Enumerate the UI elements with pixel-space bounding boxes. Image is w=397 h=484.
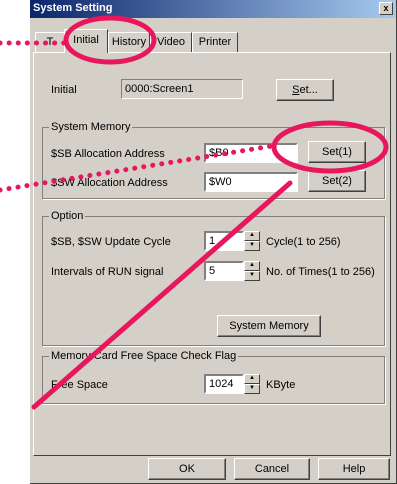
free-space-spinner[interactable]: ▲ ▼ [244, 374, 260, 394]
initial-label: Initial [51, 84, 77, 96]
help-button[interactable]: Help [318, 458, 390, 480]
sb-allocation-input[interactable]: $B0 [204, 143, 298, 163]
system-memory-button[interactable]: System Memory [217, 315, 321, 337]
system-memory-group-label: System Memory [49, 121, 133, 133]
ok-button[interactable]: OK [148, 458, 226, 480]
option-group-label: Option [49, 210, 86, 222]
tab-history[interactable]: History [108, 32, 150, 52]
spin-up-icon[interactable]: ▲ [244, 374, 260, 384]
free-space-unit: KByte [266, 379, 296, 391]
tab-initial[interactable]: Initial [64, 29, 108, 53]
spin-up-icon[interactable]: ▲ [244, 231, 260, 241]
tab-panel: Initial 0000:Screen1 Set... System Memor… [33, 52, 391, 456]
set1-button[interactable]: Set(1) [308, 141, 366, 163]
tab-gp[interactable]: T [35, 32, 65, 52]
update-cycle-input[interactable]: 1 [204, 231, 244, 251]
update-cycle-spinner[interactable]: ▲ ▼ [244, 231, 260, 251]
spin-down-icon[interactable]: ▼ [244, 241, 260, 251]
memory-card-group-label: Memory Card Free Space Check Flag [49, 350, 239, 362]
update-cycle-unit: Cycle(1 to 256) [266, 236, 341, 248]
title-bar[interactable]: System Setting x [30, 0, 396, 18]
sb-allocation-label: $SB Allocation Address [51, 148, 165, 160]
spin-up-icon[interactable]: ▲ [244, 261, 260, 271]
update-cycle-label: $SB, $SW Update Cycle [51, 236, 171, 248]
set2-button[interactable]: Set(2) [308, 170, 366, 192]
run-interval-spinner[interactable]: ▲ ▼ [244, 261, 260, 281]
initial-screen-field: 0000:Screen1 [121, 79, 243, 99]
sw-allocation-label: $SW Allocation Address [51, 177, 168, 189]
window-title: System Setting [33, 2, 113, 14]
spin-down-icon[interactable]: ▼ [244, 384, 260, 394]
run-interval-input[interactable]: 5 [204, 261, 244, 281]
cancel-button[interactable]: Cancel [234, 458, 310, 480]
free-space-label: Free Space [51, 379, 108, 391]
sw-allocation-input[interactable]: $W0 [204, 172, 298, 192]
free-space-input[interactable]: 1024 [204, 374, 244, 394]
tab-printer[interactable]: Printer [192, 32, 238, 52]
run-interval-unit: No. of Times(1 to 256) [266, 266, 375, 278]
initial-set-button[interactable]: Set... [276, 79, 334, 101]
run-interval-label: Intervals of RUN signal [51, 266, 164, 278]
tab-video[interactable]: Video [150, 32, 192, 52]
close-button[interactable]: x [379, 2, 393, 15]
system-setting-dialog: System Setting x T Initial History Video… [30, 0, 397, 484]
spin-down-icon[interactable]: ▼ [244, 271, 260, 281]
